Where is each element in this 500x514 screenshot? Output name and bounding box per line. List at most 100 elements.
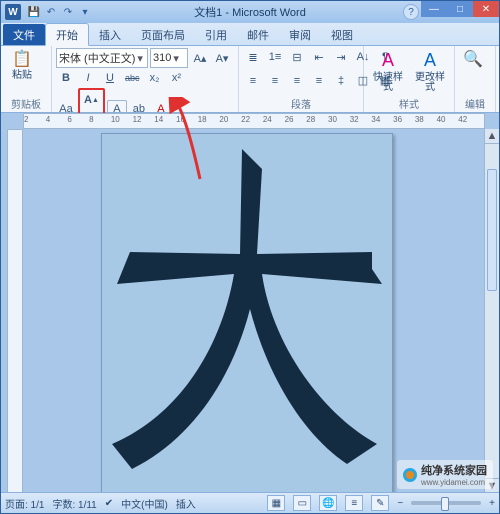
tab-home[interactable]: 开始 [45,23,89,46]
document-workspace: 24681012141618202224262830323436384042 ▲… [1,113,499,493]
bold-button[interactable]: B [56,69,76,87]
zoom-in-button[interactable]: + [489,498,495,509]
qat-undo-icon[interactable]: ↶ [44,5,58,19]
align-center-button[interactable]: ≡ [265,72,285,90]
paste-button[interactable]: 📋 粘贴 [5,48,39,81]
ruler-tick: 32 [350,115,359,124]
scroll-up-button[interactable]: ▲ [485,129,499,144]
tab-page-layout[interactable]: 页面布局 [131,24,195,45]
document-glyph [112,134,382,474]
grow-font-large-button[interactable]: A▲ [81,91,102,109]
zoom-slider[interactable] [411,501,481,505]
quick-styles-label: 快速样式 [370,73,406,93]
tab-mailings[interactable]: 邮件 [237,24,279,45]
line-spacing-button[interactable]: ‡ [331,72,351,90]
status-insert-mode[interactable]: 插入 [176,496,196,511]
ruler-tick: 18 [198,115,207,124]
quick-styles-icon: A [377,50,399,72]
close-button[interactable]: ✕ [473,1,499,17]
ruler-tick: 38 [415,115,424,124]
view-draft-button[interactable]: ✎ [371,495,389,511]
ruler-tick: 14 [154,115,163,124]
align-left-button[interactable]: ≡ [243,72,263,90]
decrease-indent-button[interactable]: ⇤ [309,48,329,66]
ruler-tick: 12 [133,115,142,124]
grow-font-button[interactable]: A▴ [190,49,210,67]
ruler-ticks: 24681012141618202224262830323436384042 [24,114,484,128]
quick-access-toolbar: 💾 ↶ ↷ ▾ [27,5,92,19]
group-font: 宋体 (中文正文)▾ 310▾ A▴ A▾ B I U abc x₂ x² Aa… [52,46,239,112]
italic-button[interactable]: I [78,69,98,87]
multilevel-list-button[interactable]: ⊟ [287,48,307,66]
title-bar: W 💾 ↶ ↷ ▾ 文档1 - Microsoft Word ? — □ ✕ [1,1,499,23]
vertical-scrollbar[interactable]: ▲ ▼ [484,129,499,493]
ruler-tick: 34 [371,115,380,124]
qat-save-icon[interactable]: 💾 [27,5,41,19]
view-print-layout-button[interactable]: ▦ [267,495,285,511]
help-icon[interactable]: ? [403,4,419,20]
chevron-down-icon: ▾ [173,52,179,65]
subscript-button[interactable]: x₂ [145,69,165,87]
zoom-slider-knob[interactable] [441,497,449,511]
editing-button[interactable]: 🔍 [459,48,487,70]
app-window: W 💾 ↶ ↷ ▾ 文档1 - Microsoft Word ? — □ ✕ 文… [0,0,500,514]
qat-customize-icon[interactable]: ▾ [78,5,92,19]
qat-redo-icon[interactable]: ↷ [61,5,75,19]
minimize-button[interactable]: — [421,1,447,17]
tab-insert[interactable]: 插入 [89,24,131,45]
change-styles-button[interactable]: A 更改样式 [412,50,448,93]
group-clipboard-label: 剪贴板 [5,95,47,112]
status-page[interactable]: 页面: 1/1 [5,496,44,511]
view-web-button[interactable]: 🌐 [319,495,337,511]
watermark-text: 纯净系统家园 www.yidamei.com [421,462,487,487]
tab-review[interactable]: 审阅 [279,24,321,45]
group-paragraph: ≣ 1≡ ⊟ ⇤ ⇥ A↓ ¶ ≡ ≡ ≡ ≡ ‡ ◫ ▦ 段落 [239,46,364,112]
ruler-tick: 16 [176,115,185,124]
ruler-tick: 2 [24,115,28,124]
scroll-thumb[interactable] [487,169,497,291]
ribbon: 📋 粘贴 剪贴板 宋体 (中文正文)▾ 310▾ A▴ A▾ B I U [1,46,499,113]
align-right-button[interactable]: ≡ [287,72,307,90]
view-outline-button[interactable]: ≡ [345,495,363,511]
increase-indent-button[interactable]: ⇥ [331,48,351,66]
paste-label: 粘贴 [12,71,32,81]
ruler-tick: 20 [219,115,228,124]
change-styles-label: 更改样式 [412,73,448,93]
font-name-value: 宋体 (中文正文) [59,50,135,66]
change-styles-icon: A [419,50,441,72]
underline-button[interactable]: U [100,69,120,87]
shrink-font-button[interactable]: A▾ [212,49,232,67]
ruler-tick: 10 [111,115,120,124]
numbering-button[interactable]: 1≡ [265,48,285,66]
ruler-tick: 30 [328,115,337,124]
vertical-ruler[interactable] [7,129,23,493]
document-page[interactable] [101,133,393,493]
ruler-tick: 22 [241,115,250,124]
group-paragraph-label: 段落 [243,95,359,112]
font-size-combo[interactable]: 310▾ [150,48,188,68]
strikethrough-button[interactable]: abc [122,69,143,87]
tab-references[interactable]: 引用 [195,24,237,45]
font-name-combo[interactable]: 宋体 (中文正文)▾ [56,48,148,68]
horizontal-ruler[interactable]: 24681012141618202224262830323436384042 [23,113,485,129]
app-icon: W [5,4,21,20]
zoom-out-button[interactable]: − [397,498,403,509]
watermark-url: www.yidamei.com [421,478,487,487]
bullets-button[interactable]: ≣ [243,48,263,66]
quick-styles-button[interactable]: A 快速样式 [370,50,406,93]
watermark: 纯净系统家园 www.yidamei.com [397,460,493,489]
view-fullscreen-button[interactable]: ▭ [293,495,311,511]
ruler-tick: 6 [67,115,71,124]
group-styles-label: 样式 [368,95,450,112]
tab-view[interactable]: 视图 [321,24,363,45]
status-word-count[interactable]: 字数: 1/11 [52,496,96,511]
tab-file[interactable]: 文件 [3,24,45,45]
status-language[interactable]: 中文(中国) [121,496,168,511]
maximize-button[interactable]: □ [447,1,473,17]
ruler-tick: 4 [46,115,50,124]
status-bar: 页面: 1/1 字数: 1/11 ✔ 中文(中国) 插入 ▦ ▭ 🌐 ≡ ✎ −… [1,492,499,513]
justify-button[interactable]: ≡ [309,72,329,90]
group-clipboard: 📋 粘贴 剪贴板 [1,46,52,112]
status-spellcheck-icon[interactable]: ✔ [105,498,113,509]
superscript-button[interactable]: x² [167,69,187,87]
